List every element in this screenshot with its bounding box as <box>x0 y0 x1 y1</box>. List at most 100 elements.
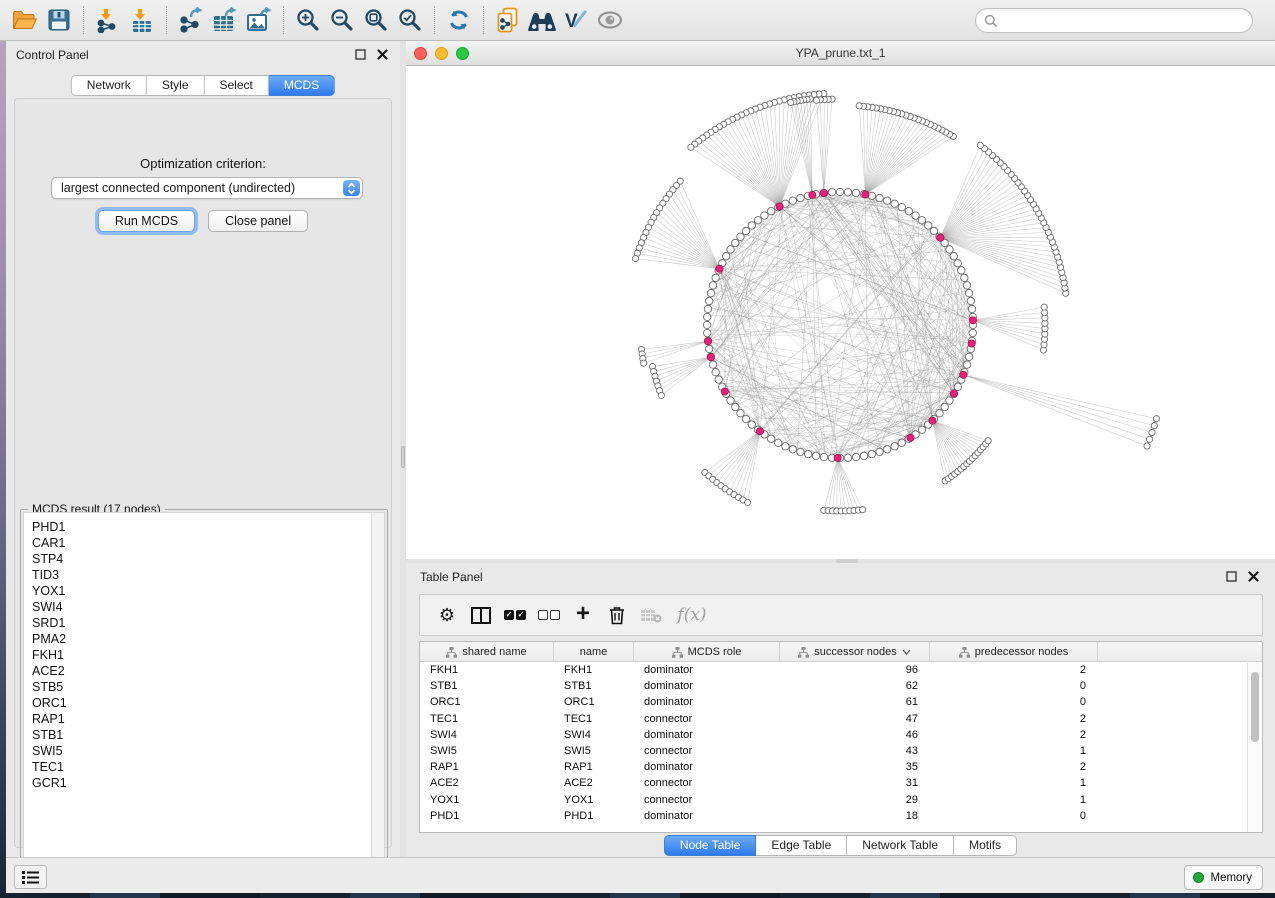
mcds-result-item[interactable]: FKH1 <box>24 647 384 663</box>
table-panel-float-button[interactable] <box>1223 569 1239 585</box>
tab-network[interactable]: Network <box>71 75 147 96</box>
mcds-result-item[interactable]: TEC1 <box>24 759 384 775</box>
network-graph <box>406 66 1275 559</box>
tab-motifs[interactable]: Motifs <box>954 835 1017 856</box>
network-canvas[interactable] <box>406 66 1275 559</box>
mcds-result-item[interactable]: CAR1 <box>24 535 384 551</box>
mcds-result-item[interactable]: GCR1 <box>24 775 384 791</box>
table-panel-close-button[interactable] <box>1245 569 1261 585</box>
mcds-result-item[interactable]: TID3 <box>24 567 384 583</box>
mcds-result-item[interactable]: YOX1 <box>24 583 384 599</box>
column-header-predecessor-nodes[interactable]: predecessor nodes <box>930 642 1098 662</box>
table-scrollbar[interactable] <box>1247 663 1261 832</box>
table-row[interactable]: SWI5SWI5connector431 <box>420 743 1262 759</box>
mcds-result-item[interactable]: ORC1 <box>24 695 384 711</box>
refresh-view-button[interactable] <box>442 4 476 36</box>
column-header-mcds-role[interactable]: MCDS role <box>634 642 780 662</box>
tab-select[interactable]: Select <box>205 75 269 96</box>
table-cell: 1 <box>930 743 1098 759</box>
first-neighbors-button[interactable] <box>525 4 559 36</box>
desktop-background-bottom <box>0 893 1275 898</box>
table-row[interactable]: YOX1YOX1connector291 <box>420 792 1262 808</box>
mcds-list-scrollbar[interactable] <box>371 513 384 876</box>
table-row[interactable]: STB1STB1dominator620 <box>420 678 1262 694</box>
export-network-button[interactable] <box>174 4 208 36</box>
export-image-icon <box>245 7 273 33</box>
create-column-button[interactable]: + <box>568 600 598 630</box>
show-column-panel-button[interactable] <box>466 600 496 630</box>
mcds-result-item[interactable]: STP4 <box>24 551 384 567</box>
clone-network-button[interactable] <box>491 4 525 36</box>
scrollbar-thumb[interactable] <box>1251 672 1259 742</box>
table-row[interactable]: FKH1FKH1dominator962 <box>420 662 1262 678</box>
control-panel-float-button[interactable] <box>352 47 368 63</box>
table-row[interactable]: TEC1TEC1connector472 <box>420 711 1262 727</box>
table-cell: TEC1 <box>554 711 634 727</box>
graphics-details-toggle-button[interactable] <box>593 4 627 36</box>
table-cell: 61 <box>780 694 930 710</box>
tab-node-table[interactable]: Node Table <box>664 835 757 856</box>
refresh-icon <box>447 8 471 32</box>
zoom-fit-button[interactable] <box>359 4 393 36</box>
run-mcds-button[interactable]: Run MCDS <box>98 210 195 232</box>
table-cell: dominator <box>634 808 780 824</box>
mcds-result-item[interactable]: STB5 <box>24 679 384 695</box>
zoom-selected-button[interactable] <box>393 4 427 36</box>
control-panel-close-button[interactable] <box>374 47 390 63</box>
unselect-all-columns-button[interactable] <box>534 600 564 630</box>
table-cell: SWI5 <box>554 743 634 759</box>
close-panel-button[interactable]: Close panel <box>208 210 308 232</box>
global-search[interactable] <box>975 8 1253 33</box>
delete-column-button[interactable] <box>602 600 632 630</box>
table-row[interactable]: ORC1ORC1dominator610 <box>420 694 1262 710</box>
mcds-result-item[interactable]: ACE2 <box>24 663 384 679</box>
select-all-columns-button[interactable]: ✓✓ <box>500 600 530 630</box>
search-input[interactable] <box>998 11 1252 31</box>
float-window-icon <box>1226 571 1237 582</box>
task-history-button[interactable] <box>14 865 47 889</box>
splitter-grip[interactable] <box>401 446 405 468</box>
table-cell: connector <box>634 792 780 808</box>
table-row[interactable]: RAP1RAP1dominator352 <box>420 759 1262 775</box>
mcds-result-item[interactable]: SWI4 <box>24 599 384 615</box>
column-header-shared-name[interactable]: shared name <box>420 642 554 662</box>
tab-mcds[interactable]: MCDS <box>269 75 335 96</box>
table-cell: 2 <box>930 727 1098 743</box>
table-row[interactable]: SWI4SWI4dominator462 <box>420 727 1262 743</box>
table-settings-button[interactable]: ⚙ <box>432 600 462 630</box>
function-builder-button[interactable]: f(x) <box>670 600 714 630</box>
mcds-result-item[interactable]: PMA2 <box>24 631 384 647</box>
network-window-titlebar[interactable]: YPA_prune.txt_1 <box>406 41 1275 66</box>
memory-button[interactable]: Memory <box>1184 865 1263 890</box>
import-table-button[interactable] <box>125 4 159 36</box>
mcds-result-groupbox: MCDS result (17 nodes) PHD1CAR1STP4TID3Y… <box>20 509 388 880</box>
eye-icon <box>597 11 623 29</box>
mcds-result-item[interactable]: SWI5 <box>24 743 384 759</box>
table-cell: ACE2 <box>420 775 554 791</box>
attribute-type-icon <box>446 647 457 658</box>
mcds-result-item[interactable]: RAP1 <box>24 711 384 727</box>
tab-network-table[interactable]: Network Table <box>847 835 954 856</box>
delete-table-button[interactable] <box>636 600 666 630</box>
save-session-button[interactable] <box>42 4 76 36</box>
clone-network-icon <box>495 7 521 33</box>
zoom-in-button[interactable] <box>291 4 325 36</box>
table-row[interactable]: PHD1PHD1dominator180 <box>420 808 1262 824</box>
tab-style[interactable]: Style <box>147 75 205 96</box>
mcds-result-list[interactable]: PHD1CAR1STP4TID3YOX1SWI4SRD1PMA2FKH1ACE2… <box>23 512 385 877</box>
mcds-result-item[interactable]: PHD1 <box>24 519 384 535</box>
tab-edge-table[interactable]: Edge Table <box>756 835 847 856</box>
vizmap-toggle-button[interactable]: V <box>559 4 593 36</box>
open-file-button[interactable] <box>8 4 42 36</box>
export-image-button[interactable] <box>242 4 276 36</box>
mcds-result-item[interactable]: SRD1 <box>24 615 384 631</box>
search-icon <box>984 14 998 28</box>
mcds-result-item[interactable]: STB1 <box>24 727 384 743</box>
export-table-button[interactable] <box>208 4 242 36</box>
column-header-successor-nodes[interactable]: successor nodes <box>780 642 930 662</box>
column-header-name[interactable]: name <box>554 642 634 662</box>
optimization-criterion-select[interactable]: largest connected component (undirected) <box>51 177 363 199</box>
table-row[interactable]: ACE2ACE2connector311 <box>420 775 1262 791</box>
import-network-button[interactable] <box>91 4 125 36</box>
zoom-out-button[interactable] <box>325 4 359 36</box>
